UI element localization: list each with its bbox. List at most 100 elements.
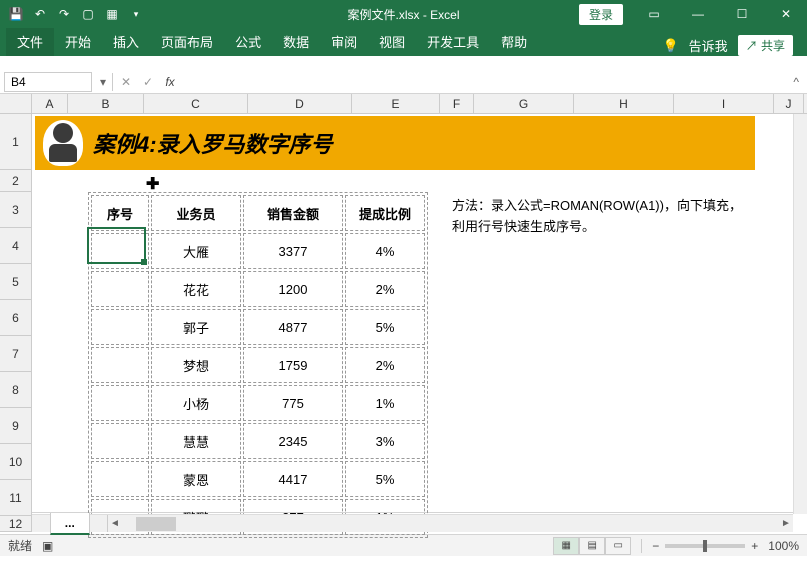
row-header-2[interactable]: 2 xyxy=(0,170,31,192)
table-cell[interactable]: 3% xyxy=(345,423,425,459)
zoom-slider[interactable] xyxy=(665,544,745,548)
row-header-4[interactable]: 4 xyxy=(0,228,31,264)
table-cell[interactable]: 小杨 xyxy=(151,385,241,421)
row-header-5[interactable]: 5 xyxy=(0,264,31,300)
scroll-right-icon[interactable]: ► xyxy=(779,517,793,531)
table-cell[interactable] xyxy=(91,461,149,497)
table-cell[interactable] xyxy=(91,347,149,383)
zoom-out-icon[interactable]: − xyxy=(652,539,659,553)
tab-layout[interactable]: 页面布局 xyxy=(150,27,224,56)
table-cell[interactable]: 1% xyxy=(345,385,425,421)
row-header-3[interactable]: 3 xyxy=(0,192,31,228)
scroll-left-icon[interactable]: ◄ xyxy=(108,517,122,531)
table-cell[interactable]: 4% xyxy=(345,233,425,269)
col-header-G[interactable]: G xyxy=(474,94,574,113)
col-header-I[interactable]: I xyxy=(674,94,774,113)
table-cell[interactable]: 大雁 xyxy=(151,233,241,269)
banner-title: 案例4:录入罗马数字序号 xyxy=(93,127,333,159)
minimize-icon[interactable]: — xyxy=(677,0,719,28)
table-cell[interactable]: 慧慧 xyxy=(151,423,241,459)
ribbon-display-icon[interactable]: ▭ xyxy=(633,0,675,28)
login-button[interactable]: 登录 xyxy=(579,4,623,25)
macro-record-icon[interactable]: ▣ xyxy=(42,539,53,553)
qat-icon-1[interactable]: ▢ xyxy=(80,6,96,22)
zoom-level[interactable]: 100% xyxy=(768,539,799,553)
col-header-B[interactable]: B xyxy=(68,94,144,113)
row-header-9[interactable]: 9 xyxy=(0,408,31,444)
table-cell[interactable]: 775 xyxy=(243,385,343,421)
tellme-label[interactable]: 告诉我 xyxy=(689,36,728,55)
tab-file[interactable]: 文件 xyxy=(6,27,54,56)
namebox-dropdown-icon[interactable]: ▾ xyxy=(96,75,110,89)
col-header-A[interactable]: A xyxy=(32,94,68,113)
tab-view[interactable]: 视图 xyxy=(368,27,416,56)
table-cell[interactable]: 3377 xyxy=(243,233,343,269)
cancel-icon[interactable]: ✕ xyxy=(115,75,137,89)
formula-input[interactable] xyxy=(181,80,785,84)
hscroll-thumb[interactable] xyxy=(136,517,176,531)
sheet-tab-active[interactable]: ... xyxy=(50,513,90,535)
undo-icon[interactable]: ↶ xyxy=(32,6,48,22)
table-cell[interactable]: 梦想 xyxy=(151,347,241,383)
table-cell[interactable] xyxy=(91,423,149,459)
tab-review[interactable]: 审阅 xyxy=(320,27,368,56)
enter-icon[interactable]: ✓ xyxy=(137,75,159,89)
row-header-12[interactable]: 12 xyxy=(0,516,31,532)
table-cell[interactable]: 4877 xyxy=(243,309,343,345)
table-cell[interactable]: 花花 xyxy=(151,271,241,307)
row-header-11[interactable]: 11 xyxy=(0,480,31,516)
vertical-scrollbar[interactable] xyxy=(793,114,807,514)
tab-insert[interactable]: 插入 xyxy=(102,27,150,56)
zoom-in-icon[interactable]: + xyxy=(751,539,758,553)
fx-icon[interactable]: fx xyxy=(159,75,181,89)
table-cell[interactable]: 郭子 xyxy=(151,309,241,345)
share-button[interactable]: ↗ 共享 xyxy=(738,35,793,56)
table-cell[interactable]: 2% xyxy=(345,347,425,383)
tab-data[interactable]: 数据 xyxy=(272,27,320,56)
save-icon[interactable]: 💾 xyxy=(8,6,24,22)
hscroll-track[interactable] xyxy=(136,517,765,531)
col-header-D[interactable]: D xyxy=(248,94,352,113)
table-cell[interactable] xyxy=(91,385,149,421)
title-banner: 案例4:录入罗马数字序号 xyxy=(35,116,755,170)
maximize-icon[interactable]: ☐ xyxy=(721,0,763,28)
table-cell[interactable] xyxy=(91,271,149,307)
cells-grid[interactable]: 案例4:录入罗马数字序号 ✚ 序号业务员销售金额提成比例 大雁33774%花花1… xyxy=(32,114,807,532)
table-cell[interactable] xyxy=(91,309,149,345)
redo-icon[interactable]: ↷ xyxy=(56,6,72,22)
table-cell[interactable]: 2% xyxy=(345,271,425,307)
qat-dropdown-icon[interactable]: ▾ xyxy=(128,6,144,22)
row-header-1[interactable]: 1 xyxy=(0,114,31,170)
collapse-ribbon-icon[interactable]: ^ xyxy=(785,75,807,89)
table-cell[interactable]: 1759 xyxy=(243,347,343,383)
col-header-H[interactable]: H xyxy=(574,94,674,113)
view-pagebreak-icon[interactable]: ▭ xyxy=(605,537,631,555)
table-cell[interactable]: 5% xyxy=(345,461,425,497)
name-box[interactable] xyxy=(4,72,92,92)
table-cell[interactable]: 1200 xyxy=(243,271,343,307)
select-all-corner[interactable] xyxy=(0,94,32,114)
tab-formulas[interactable]: 公式 xyxy=(224,27,272,56)
col-header-E[interactable]: E xyxy=(352,94,440,113)
close-icon[interactable]: ✕ xyxy=(765,0,807,28)
row-header-10[interactable]: 10 xyxy=(0,444,31,480)
row-header-6[interactable]: 6 xyxy=(0,300,31,336)
view-normal-icon[interactable]: ▦ xyxy=(553,537,579,555)
col-header-C[interactable]: C xyxy=(144,94,248,113)
view-pagelayout-icon[interactable]: ▤ xyxy=(579,537,605,555)
table-cell[interactable]: 2345 xyxy=(243,423,343,459)
table-cell[interactable] xyxy=(91,233,149,269)
tab-home[interactable]: 开始 xyxy=(54,27,102,56)
row-header-7[interactable]: 7 xyxy=(0,336,31,372)
col-header-J[interactable]: J xyxy=(774,94,804,113)
table-cell[interactable]: 4417 xyxy=(243,461,343,497)
tab-help[interactable]: 帮助 xyxy=(490,27,538,56)
table-cell[interactable]: 蒙恩 xyxy=(151,461,241,497)
table-row: 梦想17592% xyxy=(91,347,425,383)
col-header-F[interactable]: F xyxy=(440,94,474,113)
lightbulb-icon[interactable]: 💡 xyxy=(662,38,678,54)
table-cell[interactable]: 5% xyxy=(345,309,425,345)
row-header-8[interactable]: 8 xyxy=(0,372,31,408)
tab-developer[interactable]: 开发工具 xyxy=(416,27,490,56)
qat-icon-2[interactable]: ▦ xyxy=(104,6,120,22)
